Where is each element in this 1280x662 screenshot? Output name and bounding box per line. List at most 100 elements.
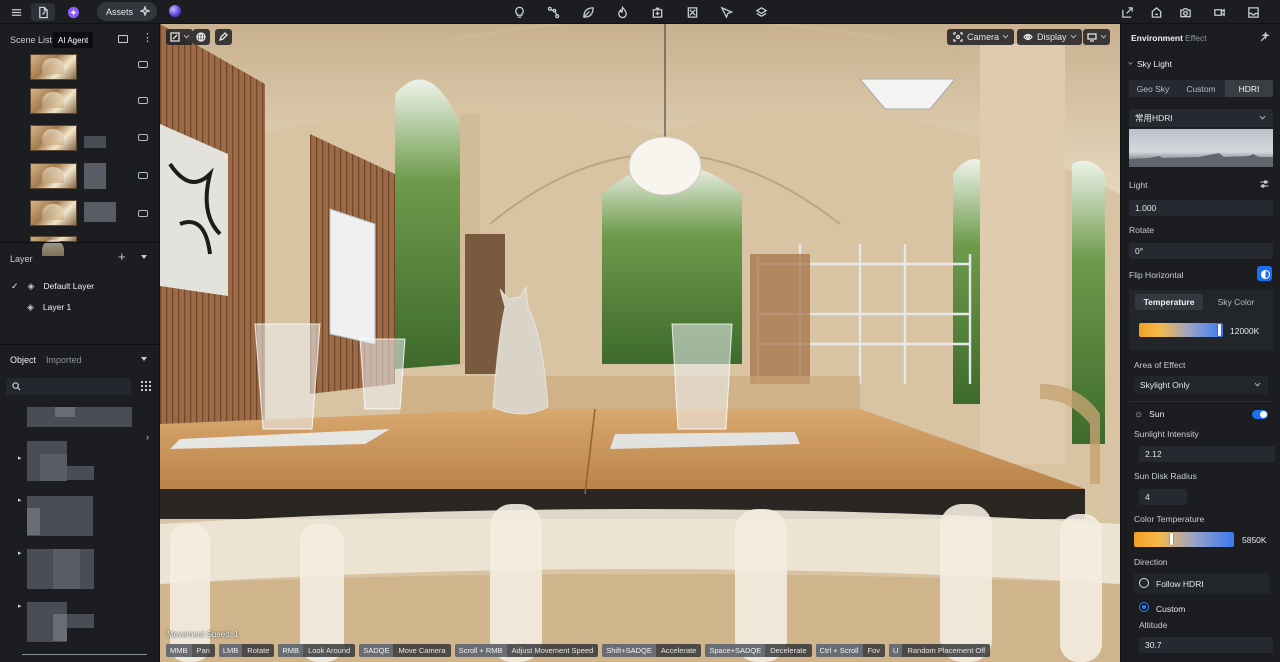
- tree-expand-icon[interactable]: ▸: [18, 496, 22, 504]
- sunlight-intensity-input[interactable]: 2.12: [1139, 446, 1275, 462]
- sun-disk-radius-input[interactable]: 4: [1139, 489, 1187, 505]
- flip-horizontal-toggle[interactable]: [1257, 266, 1272, 281]
- tab-imported[interactable]: Imported: [46, 355, 82, 365]
- chevron-down-icon: [1002, 32, 1009, 39]
- slider-handle[interactable]: [1218, 324, 1222, 336]
- assets-button[interactable]: Assets: [97, 2, 157, 21]
- collapse-triangle-icon[interactable]: [141, 255, 147, 259]
- view-mode-dropdown[interactable]: [1083, 29, 1110, 45]
- box-add-icon[interactable]: [648, 3, 666, 21]
- camera-frame-icon: [953, 32, 963, 42]
- camera-icon[interactable]: [138, 210, 148, 217]
- search-input[interactable]: [25, 382, 125, 391]
- sky-mode-hdri[interactable]: HDRI: [1225, 80, 1273, 97]
- camera-shot-icon[interactable]: [1176, 3, 1194, 21]
- share-export-icon[interactable]: [1118, 3, 1136, 21]
- camera-icon[interactable]: [138, 134, 148, 141]
- tab-sky-color[interactable]: Sky Color: [1205, 294, 1267, 310]
- sliders-adjust-icon[interactable]: [1259, 179, 1270, 189]
- object-search-box[interactable]: [6, 378, 131, 395]
- flame-icon[interactable]: [613, 3, 631, 21]
- redacted-object-row[interactable]: [27, 407, 132, 427]
- rotate-input[interactable]: 0°: [1129, 243, 1273, 259]
- sun-toggle[interactable]: [1252, 410, 1268, 419]
- camera-dropdown[interactable]: Camera: [947, 29, 1015, 45]
- hdri-select[interactable]: 常用HDRI: [1129, 109, 1273, 127]
- camera-label: Camera: [967, 32, 1000, 42]
- chevron-down-icon: [183, 32, 190, 39]
- sky-mode-custom[interactable]: Custom: [1177, 80, 1225, 97]
- cursor-tag-icon[interactable]: [717, 3, 735, 21]
- camera-icon[interactable]: [138, 97, 148, 104]
- shortcut-label: Move Camera: [398, 646, 446, 655]
- camera-icon[interactable]: [138, 172, 148, 179]
- temperature-card: Temperature Sky Color 12000K: [1129, 290, 1273, 350]
- area-of-effect-select[interactable]: Skylight Only: [1134, 376, 1268, 394]
- magic-wand-icon[interactable]: [1259, 32, 1270, 43]
- world-space-button[interactable]: [193, 29, 210, 45]
- tab-effect[interactable]: Effect: [1185, 33, 1207, 43]
- scene-pin-icon[interactable]: [1147, 3, 1165, 21]
- sun-icon: ☼: [1134, 408, 1144, 420]
- collapse-triangle-icon[interactable]: [141, 357, 147, 361]
- shortcut-label: Fov: [867, 646, 881, 655]
- inbox-icon[interactable]: [1244, 3, 1262, 21]
- sheet-mark-icon[interactable]: [683, 3, 701, 21]
- follow-hdri-radio[interactable]: [1139, 578, 1149, 588]
- color-temperature-slider[interactable]: [1134, 532, 1234, 547]
- transform-tool-button[interactable]: [166, 29, 193, 45]
- add-layer-icon[interactable]: +: [118, 250, 126, 263]
- redacted-label: [84, 136, 106, 148]
- leaf-icon[interactable]: [579, 3, 597, 21]
- redacted-pixel: [55, 407, 75, 417]
- tree-expand-icon[interactable]: ▸: [18, 454, 22, 462]
- scrollbar-track[interactable]: [22, 654, 147, 655]
- tab-temperature[interactable]: Temperature: [1135, 294, 1203, 310]
- divider: [0, 242, 160, 243]
- display-dropdown[interactable]: Display: [1017, 29, 1082, 45]
- scene-thumbnail[interactable]: [30, 163, 77, 189]
- slider-handle[interactable]: [1170, 533, 1173, 545]
- follow-hdri-option[interactable]: Follow HDRI: [1134, 573, 1270, 594]
- light-input[interactable]: 1.000: [1129, 200, 1273, 216]
- 3d-viewport[interactable]: Camera Display Movement Speed: 1 MMB Pan L…: [160, 24, 1120, 662]
- altitude-input[interactable]: 30.7: [1139, 637, 1273, 653]
- expand-chevron-icon[interactable]: ›: [146, 432, 149, 442]
- camera-icon[interactable]: [138, 61, 148, 68]
- redacted-pixel: [53, 614, 67, 641]
- document-edit-icon[interactable]: [31, 3, 55, 21]
- hdri-preview[interactable]: [1129, 129, 1273, 167]
- color-temperature-label: Color Temperature: [1134, 514, 1205, 524]
- scene-thumbnail[interactable]: [30, 125, 77, 151]
- hamburger-menu-icon[interactable]: [7, 3, 25, 21]
- shortcut-hint: MMB Pan: [166, 644, 215, 657]
- tree-expand-icon[interactable]: ▸: [18, 549, 22, 557]
- video-record-icon[interactable]: [1210, 3, 1228, 21]
- custom-direction-radio[interactable]: [1139, 602, 1149, 612]
- layer-item-default[interactable]: ✓ ◈ Default Layer: [11, 280, 94, 292]
- path-nodes-icon[interactable]: [544, 3, 562, 21]
- tab-environment[interactable]: Environment: [1131, 33, 1183, 43]
- scene-thumbnail[interactable]: [30, 88, 77, 114]
- tree-expand-icon[interactable]: ▸: [18, 602, 22, 610]
- sky-mode-geo-sky[interactable]: Geo Sky: [1129, 80, 1177, 97]
- ai-agent-icon[interactable]: [64, 3, 82, 21]
- grid-view-icon[interactable]: [141, 381, 151, 391]
- layers-stack-icon[interactable]: [752, 3, 770, 21]
- sky-temperature-slider[interactable]: [1139, 323, 1223, 337]
- tab-object[interactable]: Object: [10, 355, 36, 365]
- folder-icon[interactable]: [118, 35, 128, 43]
- layer-item-layer-1[interactable]: ◈ Layer 1: [27, 301, 71, 313]
- sky-light-title: Sky Light: [1137, 59, 1172, 69]
- planet-icon[interactable]: [169, 5, 181, 17]
- shortcut-key: MMB: [166, 644, 192, 657]
- light-bulb-icon[interactable]: [510, 3, 528, 21]
- sky-light-header[interactable]: Sky Light: [1128, 59, 1172, 69]
- snap-tool-button[interactable]: [215, 29, 232, 45]
- shortcut-key: Shift+SADQE: [602, 644, 656, 657]
- chevron-down-icon: [1254, 380, 1261, 387]
- shortcut-key: Scroll + RMB: [454, 644, 507, 657]
- scene-thumbnail[interactable]: [30, 54, 77, 80]
- more-options-icon[interactable]: ⋮: [142, 33, 153, 44]
- scene-thumbnail[interactable]: [30, 200, 77, 226]
